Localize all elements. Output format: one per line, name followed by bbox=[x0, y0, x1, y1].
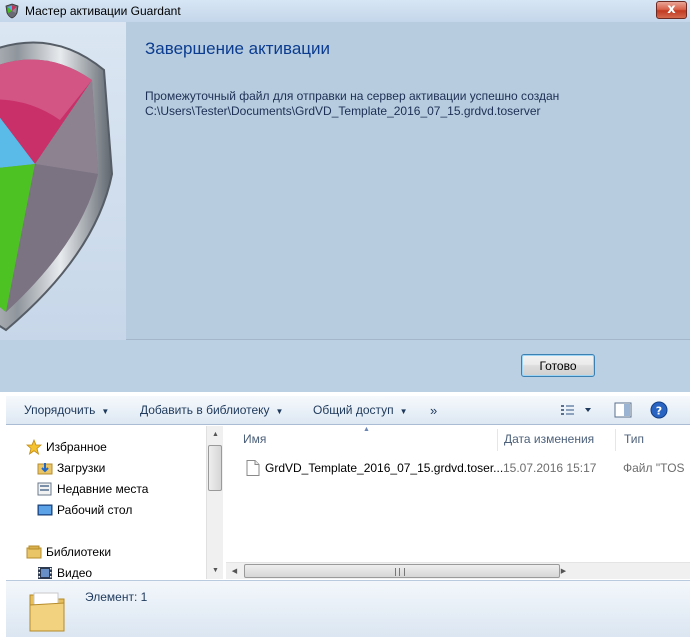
video-library-icon bbox=[38, 567, 52, 579]
file-date-modified: 15.07.2016 15:17 bbox=[503, 461, 597, 475]
organize-button[interactable]: Упорядочить ▼ bbox=[24, 396, 109, 425]
scroll-thumb[interactable] bbox=[244, 564, 560, 578]
help-icon: ? bbox=[650, 401, 668, 419]
scroll-left-icon[interactable]: ◀ bbox=[226, 563, 243, 580]
star-icon bbox=[26, 439, 42, 455]
file-row[interactable]: GrdVD_Template_2016_07_15.grdvd.toser...… bbox=[226, 456, 690, 480]
file-list-header: Имя Дата изменения Тип bbox=[226, 426, 690, 451]
scroll-down-icon[interactable]: ▼ bbox=[207, 562, 224, 579]
scroll-up-icon[interactable]: ▲ bbox=[207, 426, 224, 443]
folder-icon bbox=[29, 592, 65, 632]
add-to-library-button[interactable]: Добавить в библиотеку ▼ bbox=[140, 396, 283, 425]
views-icon bbox=[561, 405, 591, 415]
details-pane: Элемент: 1 bbox=[6, 580, 690, 637]
scroll-thumb[interactable] bbox=[208, 445, 222, 491]
preview-pane-icon bbox=[614, 402, 632, 418]
downloads-folder-icon bbox=[37, 463, 53, 475]
column-header-date-modified[interactable]: Дата изменения bbox=[496, 426, 616, 451]
title-bar[interactable]: Мастер активации Guardant x bbox=[0, 0, 690, 22]
views-button[interactable] bbox=[558, 396, 594, 425]
scroll-right-icon[interactable]: ▶ bbox=[555, 563, 572, 580]
preview-pane-button[interactable] bbox=[613, 396, 633, 425]
column-header-type[interactable]: Тип bbox=[616, 426, 690, 451]
help-button[interactable]: ? bbox=[649, 396, 669, 425]
share-label: Общий доступ bbox=[313, 403, 394, 417]
share-button[interactable]: Общий доступ ▼ bbox=[313, 396, 408, 425]
organize-label: Упорядочить bbox=[24, 403, 96, 417]
done-button[interactable]: Готово bbox=[521, 354, 595, 377]
desktop-icon bbox=[37, 504, 53, 516]
file-name: GrdVD_Template_2016_07_15.grdvd.toser... bbox=[265, 461, 504, 475]
shield-illustration bbox=[0, 22, 126, 340]
output-file-path: C:\Users\Tester\Documents\GrdVD_Template… bbox=[145, 104, 541, 118]
recent-places-icon bbox=[37, 482, 52, 496]
close-button[interactable]: x bbox=[656, 1, 687, 19]
nav-label: Видео bbox=[57, 566, 93, 579]
file-list-horizontal-scrollbar[interactable]: ◀ ▶ bbox=[226, 562, 690, 579]
nav-label: Избранное bbox=[46, 440, 107, 454]
close-icon: x bbox=[667, 2, 676, 17]
nav-label: Рабочий стол bbox=[57, 503, 133, 517]
chevron-down-icon: ▼ bbox=[399, 407, 408, 416]
page-title: Завершение активации bbox=[145, 39, 331, 58]
nav-label: Недавние места bbox=[57, 482, 149, 496]
svg-text:?: ? bbox=[656, 405, 662, 418]
chevron-down-icon: ▼ bbox=[101, 407, 110, 416]
guardant-shield-icon bbox=[5, 3, 19, 19]
explorer-toolbar: Упорядочить ▼ Добавить в библиотеку ▼ Общи… bbox=[6, 396, 690, 425]
status-message: Промежуточный файл для отправки на серве… bbox=[145, 89, 560, 103]
activation-wizard-window: Мастер активации Guardant x Завершение а… bbox=[0, 0, 690, 392]
nav-label: Загрузки bbox=[57, 461, 106, 475]
chevron-down-icon: ▼ bbox=[275, 407, 284, 416]
file-icon bbox=[246, 460, 260, 476]
grip-icon bbox=[395, 568, 405, 576]
navigation-pane: Избранное Загрузки Недавние места Рабочи… bbox=[6, 426, 206, 579]
add-to-library-label: Добавить в библиотеку bbox=[140, 403, 270, 417]
window-title: Мастер активации Guardant bbox=[25, 4, 181, 18]
more-commands-button[interactable]: » bbox=[430, 396, 437, 425]
item-count: Элемент: 1 bbox=[85, 590, 148, 604]
libraries-icon bbox=[26, 545, 42, 559]
sort-ascending-icon: ▲ bbox=[363, 426, 370, 433]
file-type: Файл "TOS bbox=[623, 461, 685, 475]
nav-label: Библиотеки bbox=[46, 545, 112, 559]
nav-vertical-scrollbar[interactable]: ▲ ▼ bbox=[206, 426, 223, 579]
